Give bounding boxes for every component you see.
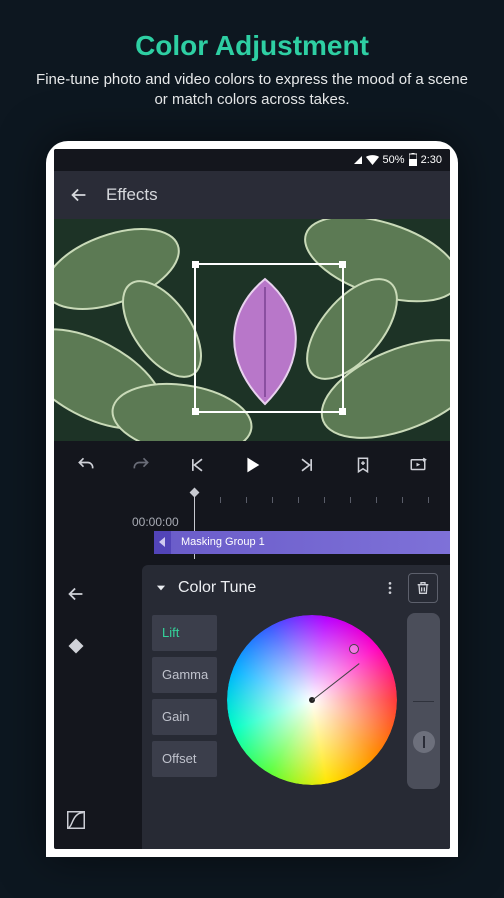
timeline-ruler [194, 497, 450, 503]
play-icon[interactable] [238, 454, 266, 476]
collapse-panel-icon[interactable] [65, 583, 87, 605]
loop-icon[interactable] [404, 456, 432, 474]
caret-down-icon[interactable] [154, 581, 168, 595]
tab-offset[interactable]: Offset [152, 741, 217, 777]
tab-gain[interactable]: Gain [152, 699, 217, 735]
luminance-slider[interactable] [407, 613, 440, 789]
keyframe-icon[interactable] [67, 637, 85, 655]
curves-icon[interactable] [65, 809, 87, 831]
panel-side-rail [54, 565, 98, 849]
android-status-bar: 50% 2:30 [54, 149, 450, 171]
clock: 2:30 [421, 154, 442, 166]
screen-title: Effects [106, 185, 158, 205]
tab-lift[interactable]: Lift [152, 615, 217, 651]
skip-start-icon[interactable] [183, 455, 211, 475]
tab-gamma[interactable]: Gamma [152, 657, 217, 693]
color-tune-tabs: Lift Gamma Gain Offset [152, 615, 217, 843]
video-preview[interactable] [54, 219, 450, 441]
panel-title: Color Tune [178, 579, 256, 597]
timecode: 00:00:00 [132, 515, 179, 529]
skip-end-icon[interactable] [293, 455, 321, 475]
back-icon[interactable] [68, 184, 90, 206]
slider-thumb[interactable] [413, 731, 435, 753]
color-wheel[interactable] [227, 615, 397, 785]
color-tune-panel: Color Tune Lift Gamma Gain Offset [142, 565, 450, 849]
clip-label: Masking Group 1 [181, 536, 265, 548]
battery-percent: 50% [383, 154, 405, 166]
bookmark-add-icon[interactable] [349, 455, 377, 475]
redo-icon[interactable] [127, 455, 155, 475]
mask-selection-box[interactable] [194, 263, 344, 413]
app-bar: Effects [54, 171, 450, 219]
wifi-icon [366, 155, 379, 165]
clip-trim-handle[interactable] [154, 531, 171, 554]
promo-title: Color Adjustment [135, 30, 369, 62]
promo-subtitle: Fine-tune photo and video colors to expr… [0, 70, 504, 111]
undo-icon[interactable] [72, 455, 100, 475]
trash-icon[interactable] [408, 573, 438, 603]
transport-bar [54, 441, 450, 489]
color-wheel-handle[interactable] [349, 644, 359, 654]
signal-icon [354, 156, 362, 164]
more-vert-icon[interactable] [382, 579, 398, 597]
device-frame: 50% 2:30 Effects [46, 141, 458, 857]
timeline[interactable]: 00:00:00 Masking Group 1 [54, 489, 450, 559]
battery-icon [409, 153, 417, 166]
timeline-clip[interactable]: Masking Group 1 [154, 531, 450, 554]
